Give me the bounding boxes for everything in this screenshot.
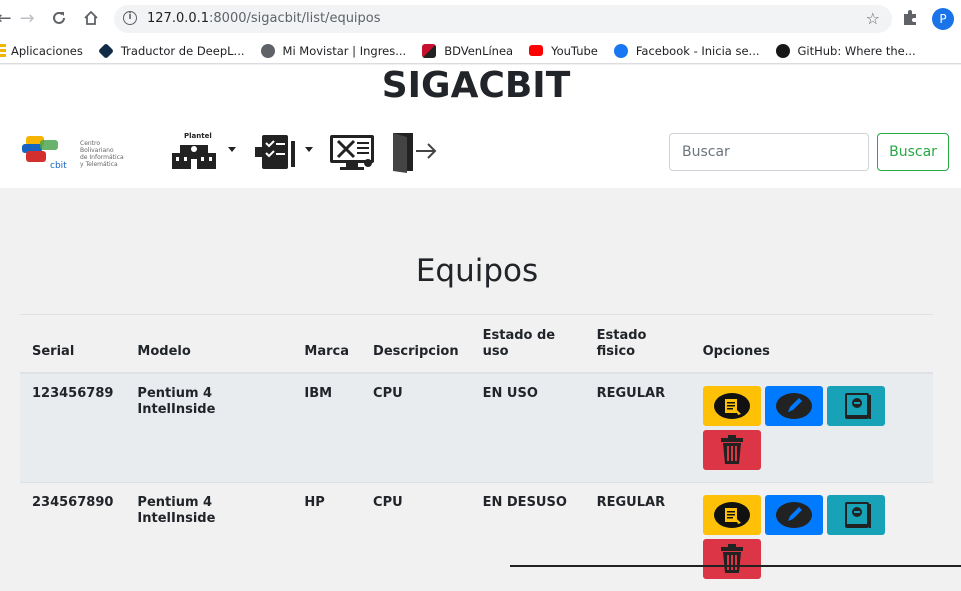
- book-icon: [844, 392, 871, 419]
- table-row: 234567890 Pentium 4 IntelInside HP CPU E…: [20, 481, 933, 591]
- cell-serial: 123456789: [20, 372, 126, 482]
- site-info-icon[interactable]: i: [123, 11, 137, 25]
- details-button[interactable]: [702, 385, 761, 426]
- column-header: Marca: [292, 314, 362, 374]
- forward-arrow-icon[interactable]: →: [17, 9, 37, 29]
- bookmark-bdv[interactable]: BDVenLínea: [422, 43, 513, 58]
- clipboard-checklist-icon: [255, 135, 295, 169]
- reload-icon[interactable]: [49, 9, 69, 29]
- table-row: 123456789 Pentium 4 IntelInside IBM CPU …: [20, 372, 933, 482]
- search-button[interactable]: Buscar: [877, 133, 949, 171]
- cell-modelo: Pentium 4 IntelInside: [125, 481, 293, 591]
- details-button[interactable]: [702, 494, 761, 535]
- logo-caption: Centro Bolivariano de Informática y Tele…: [80, 140, 124, 168]
- trash-icon: [720, 543, 743, 573]
- home-icon[interactable]: [81, 9, 101, 29]
- globe-icon: [260, 43, 275, 58]
- cell-modelo: Pentium 4 IntelInside: [125, 372, 293, 482]
- maintenance-link[interactable]: [328, 133, 376, 175]
- delete-button[interactable]: [702, 538, 761, 579]
- table-header-row: Serial Modelo Marca Descripcion Estado d…: [20, 314, 933, 374]
- bdv-icon: [422, 43, 437, 58]
- cbit-logo[interactable]: cbit Centro Bolivariano de Informática y…: [20, 132, 145, 172]
- book-icon: [844, 501, 871, 528]
- history-button[interactable]: [826, 385, 885, 426]
- column-header: Estado de uso: [470, 314, 585, 374]
- pencil-icon: [775, 501, 812, 528]
- cell-estado-fisico: REGULAR: [584, 481, 691, 591]
- svg-text:cbit: cbit: [50, 161, 67, 171]
- column-header: Descripcion: [361, 314, 471, 374]
- brand-title: SIGACBIT: [381, 65, 571, 106]
- document-list-icon: [713, 501, 750, 528]
- back-arrow-icon[interactable]: ←: [0, 9, 14, 29]
- bookmark-apps[interactable]: Aplicaciones: [0, 43, 83, 58]
- cell-descripcion: CPU: [361, 372, 471, 482]
- school-building-icon: Plantel: [172, 132, 216, 169]
- cell-opciones: [690, 481, 933, 591]
- column-header: Opciones: [690, 314, 933, 374]
- apps-grid-icon: [0, 43, 6, 58]
- plantel-menu[interactable]: Plantel: [168, 131, 236, 175]
- column-header: Modelo: [125, 314, 293, 374]
- bookmarks-bar: Aplicaciones Traductor de DeepL... Mi Mo…: [0, 38, 961, 64]
- address-bar[interactable]: i 127.0.0.1:8000/sigacbit/list/equipos ☆: [114, 5, 892, 33]
- logout-door-icon: [393, 133, 437, 173]
- bookmark-star-icon[interactable]: ☆: [866, 9, 880, 28]
- cell-descripcion: CPU: [361, 481, 471, 591]
- cell-marca: IBM: [292, 372, 362, 482]
- cbit-logo-mark-icon: cbit: [22, 136, 67, 171]
- column-header: Estado fisico: [584, 314, 691, 374]
- chevron-down-icon: [305, 147, 313, 152]
- page-title: Equipos: [415, 253, 539, 289]
- cell-estado-fisico: REGULAR: [584, 372, 691, 482]
- profile-avatar[interactable]: P: [932, 8, 954, 30]
- page-content: SIGACBIT cbit Centro Bolivariano de Info…: [0, 65, 961, 591]
- history-button[interactable]: [826, 494, 885, 535]
- cell-opciones: [690, 372, 933, 482]
- extensions-puzzle-icon[interactable]: [902, 9, 919, 30]
- equipos-table: Serial Modelo Marca Descripcion Estado d…: [20, 314, 933, 591]
- github-icon: [775, 43, 790, 58]
- bookmark-facebook[interactable]: Facebook - Inicia se...: [613, 43, 760, 58]
- facebook-icon: [613, 43, 628, 58]
- computer-tools-icon: [330, 135, 374, 170]
- bookmark-github[interactable]: GitHub: Where the...: [775, 43, 916, 58]
- bookmark-youtube[interactable]: YouTube: [529, 44, 598, 58]
- column-header: Serial: [20, 314, 126, 374]
- pencil-icon: [775, 392, 812, 419]
- deepl-icon: [97, 42, 114, 59]
- bookmark-deepl[interactable]: Traductor de DeepL...: [97, 42, 245, 59]
- chevron-down-icon: [228, 147, 236, 152]
- svg-text:Plantel: Plantel: [184, 132, 212, 140]
- url-text: 127.0.0.1:8000/sigacbit/list/equipos: [147, 11, 381, 26]
- browser-toolbar: ← → i 127.0.0.1:8000/sigacbit/list/equip…: [0, 0, 961, 38]
- cell-marca: HP: [292, 481, 362, 591]
- document-list-icon: [713, 392, 750, 419]
- bookmark-movistar[interactable]: Mi Movistar | Ingres...: [260, 43, 406, 58]
- edit-button[interactable]: [764, 494, 823, 535]
- trash-icon: [720, 434, 743, 464]
- edit-button[interactable]: [764, 385, 823, 426]
- logout-link[interactable]: [390, 131, 440, 177]
- youtube-icon: [529, 45, 544, 56]
- reports-menu[interactable]: [254, 133, 313, 175]
- cell-estado-uso: EN DESUSO: [470, 481, 585, 591]
- search-input[interactable]: [669, 133, 869, 171]
- cell-estado-uso: EN USO: [470, 372, 585, 482]
- site-header: SIGACBIT cbit Centro Bolivariano de Info…: [0, 65, 961, 188]
- row-actions: [702, 385, 893, 470]
- delete-button[interactable]: [702, 429, 761, 470]
- cell-serial: 234567890: [20, 481, 126, 591]
